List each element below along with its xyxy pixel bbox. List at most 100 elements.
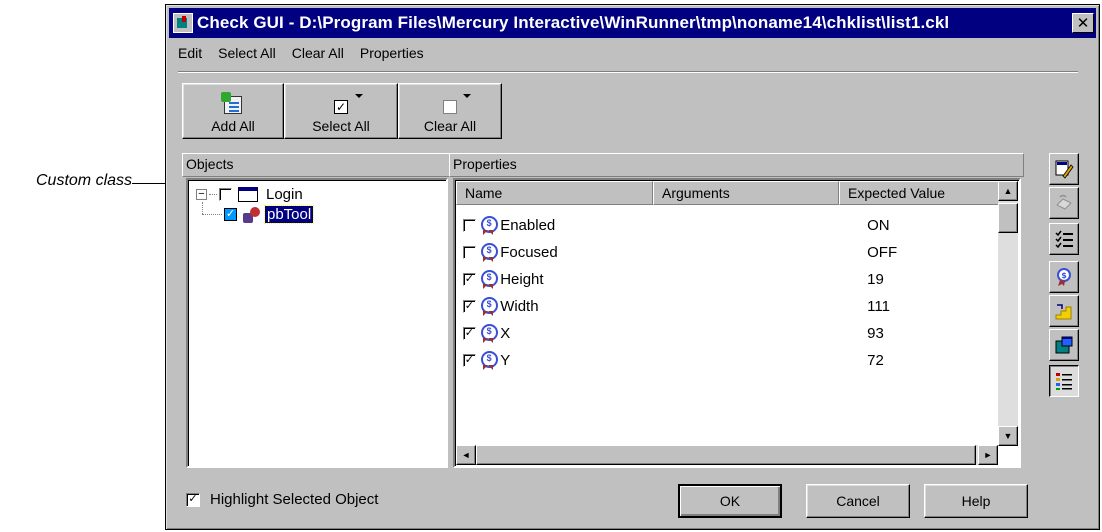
specify-arguments-button[interactable]	[1049, 187, 1079, 219]
select-all-button[interactable]: ✓ Select All	[284, 83, 398, 139]
tree-item-pbtool[interactable]: ✓ pbTool	[224, 205, 315, 224]
column-header-arguments[interactable]: Arguments	[653, 181, 839, 205]
property-checkbox[interactable]	[463, 246, 476, 259]
menu-properties[interactable]: Properties	[352, 43, 432, 67]
window-icon	[238, 187, 258, 202]
property-checkbox[interactable]: ✓	[463, 300, 476, 313]
property-checkbox[interactable]: ✓	[463, 354, 476, 367]
show-standard-properties-button[interactable]: $	[1049, 261, 1079, 293]
add-all-icon	[221, 92, 242, 114]
window-properties-icon	[1055, 336, 1073, 354]
property-name: Width	[500, 298, 539, 315]
property-row[interactable]: Enabled ON	[463, 212, 1003, 239]
clear-all-label: Clear All	[423, 118, 477, 134]
tree-item-label: Login	[266, 186, 303, 203]
highlight-checkbox[interactable]: ✓	[186, 492, 200, 507]
clear-all-button[interactable]: Clear All	[398, 83, 502, 139]
menu-separator	[178, 71, 1078, 73]
property-name: Y	[500, 352, 511, 369]
property-icon	[480, 215, 498, 236]
property-row[interactable]: Focused OFF	[463, 239, 1003, 266]
scroll-up-icon[interactable]: ▲	[998, 181, 1018, 201]
property-icon	[480, 296, 498, 317]
select-all-label: Select All	[312, 118, 370, 134]
title-bar[interactable]: Check GUI - D:\Program Files\Mercury Int…	[169, 8, 1096, 38]
menu-edit[interactable]: Edit	[170, 43, 210, 67]
list-all-icon	[1056, 373, 1072, 390]
property-value: 111	[867, 298, 890, 315]
property-name: Height	[500, 271, 544, 288]
ok-button[interactable]: OK	[678, 484, 782, 518]
menu-select-all[interactable]: Select All	[210, 43, 284, 67]
property-name: Focused	[500, 244, 558, 261]
objects-tree[interactable]: − Login ✓ pbTool	[186, 178, 448, 468]
horizontal-scrollbar[interactable]: ◄ ►	[456, 445, 998, 465]
menu-bar: Edit Select All Clear All Properties	[170, 43, 432, 67]
property-checkbox[interactable]: ✓	[463, 273, 476, 286]
help-button[interactable]: Help	[924, 484, 1028, 518]
arguments-icon	[1056, 194, 1072, 210]
property-row[interactable]: ✓ Y 72	[463, 347, 1003, 374]
show-selected-properties-button[interactable]	[1049, 223, 1079, 255]
horizontal-scroll-thumb[interactable]	[476, 445, 976, 465]
tree-item-login[interactable]: − Login	[196, 186, 303, 203]
property-value: 93	[867, 325, 884, 342]
custom-class-callout: Custom class	[36, 172, 133, 189]
property-checkbox[interactable]	[463, 219, 476, 232]
menu-clear-all[interactable]: Clear All	[284, 43, 352, 67]
property-value: OFF	[867, 244, 898, 261]
tree-connector	[202, 214, 222, 215]
close-button[interactable]: ✕	[1072, 13, 1094, 33]
properties-header: Properties	[449, 153, 1024, 177]
dropdown-arrow-icon	[355, 94, 363, 98]
column-header-expected-value[interactable]: Expected Value	[839, 181, 1000, 205]
objects-header: Objects	[182, 153, 450, 177]
show-user-properties-button[interactable]	[1049, 329, 1079, 361]
checklist-icon	[1055, 230, 1073, 249]
scroll-left-icon[interactable]: ◄	[456, 445, 476, 465]
property-icon	[480, 242, 498, 263]
column-header-name[interactable]: Name	[456, 181, 653, 205]
pbtool-checkbox[interactable]: ✓	[224, 208, 237, 221]
tree-connector	[209, 194, 217, 195]
property-value: ON	[867, 217, 890, 234]
checkbox-checked-icon: ✓	[334, 100, 348, 114]
vertical-scroll-thumb[interactable]	[998, 203, 1018, 233]
vertical-scrollbar[interactable]: ▲ ▼	[998, 181, 1018, 446]
property-name: X	[500, 325, 511, 342]
check-gui-dialog: Check GUI - D:\Program Files\Mercury Int…	[165, 4, 1100, 530]
dropdown-arrow-icon	[463, 94, 471, 98]
stairs-icon	[1055, 304, 1072, 320]
property-row[interactable]: ✓ Height 19	[463, 266, 1003, 293]
tree-connector	[202, 202, 203, 214]
property-value: 72	[867, 352, 884, 369]
edit-expected-value-button[interactable]	[1049, 153, 1079, 185]
add-all-button[interactable]: Add All	[182, 83, 284, 139]
highlight-label: Highlight Selected Object	[210, 491, 379, 508]
property-ribbon-icon: $	[1057, 268, 1071, 286]
cancel-button[interactable]: Cancel	[806, 484, 910, 518]
property-row[interactable]: ✓ Width 111	[463, 293, 1003, 320]
property-icon	[480, 323, 498, 344]
window-title: Check GUI - D:\Program Files\Mercury Int…	[197, 13, 950, 32]
property-icon	[480, 350, 498, 371]
add-all-label: Add All	[211, 118, 255, 134]
property-checkbox[interactable]: ✓	[463, 327, 476, 340]
scroll-right-icon[interactable]: ►	[978, 445, 998, 465]
property-value: 19	[867, 271, 884, 288]
properties-list[interactable]: Name Arguments Expected Value Enabled ON…	[453, 178, 1021, 468]
edit-value-icon	[1055, 160, 1074, 179]
app-icon	[173, 13, 193, 33]
property-name: Enabled	[500, 217, 556, 234]
show-all-properties-button[interactable]	[1049, 365, 1079, 397]
checkbox-empty-icon	[443, 100, 457, 114]
custom-object-icon	[243, 206, 261, 223]
property-row[interactable]: ✓ X 93	[463, 320, 1003, 347]
svg-text:$: $	[1061, 271, 1067, 280]
highlight-selected-object-option[interactable]: ✓ Highlight Selected Object	[186, 491, 378, 508]
login-checkbox[interactable]	[219, 188, 232, 201]
property-icon	[480, 269, 498, 290]
collapse-icon[interactable]: −	[196, 189, 207, 200]
show-nonstandard-properties-button[interactable]	[1049, 295, 1079, 327]
scroll-down-icon[interactable]: ▼	[998, 426, 1018, 446]
